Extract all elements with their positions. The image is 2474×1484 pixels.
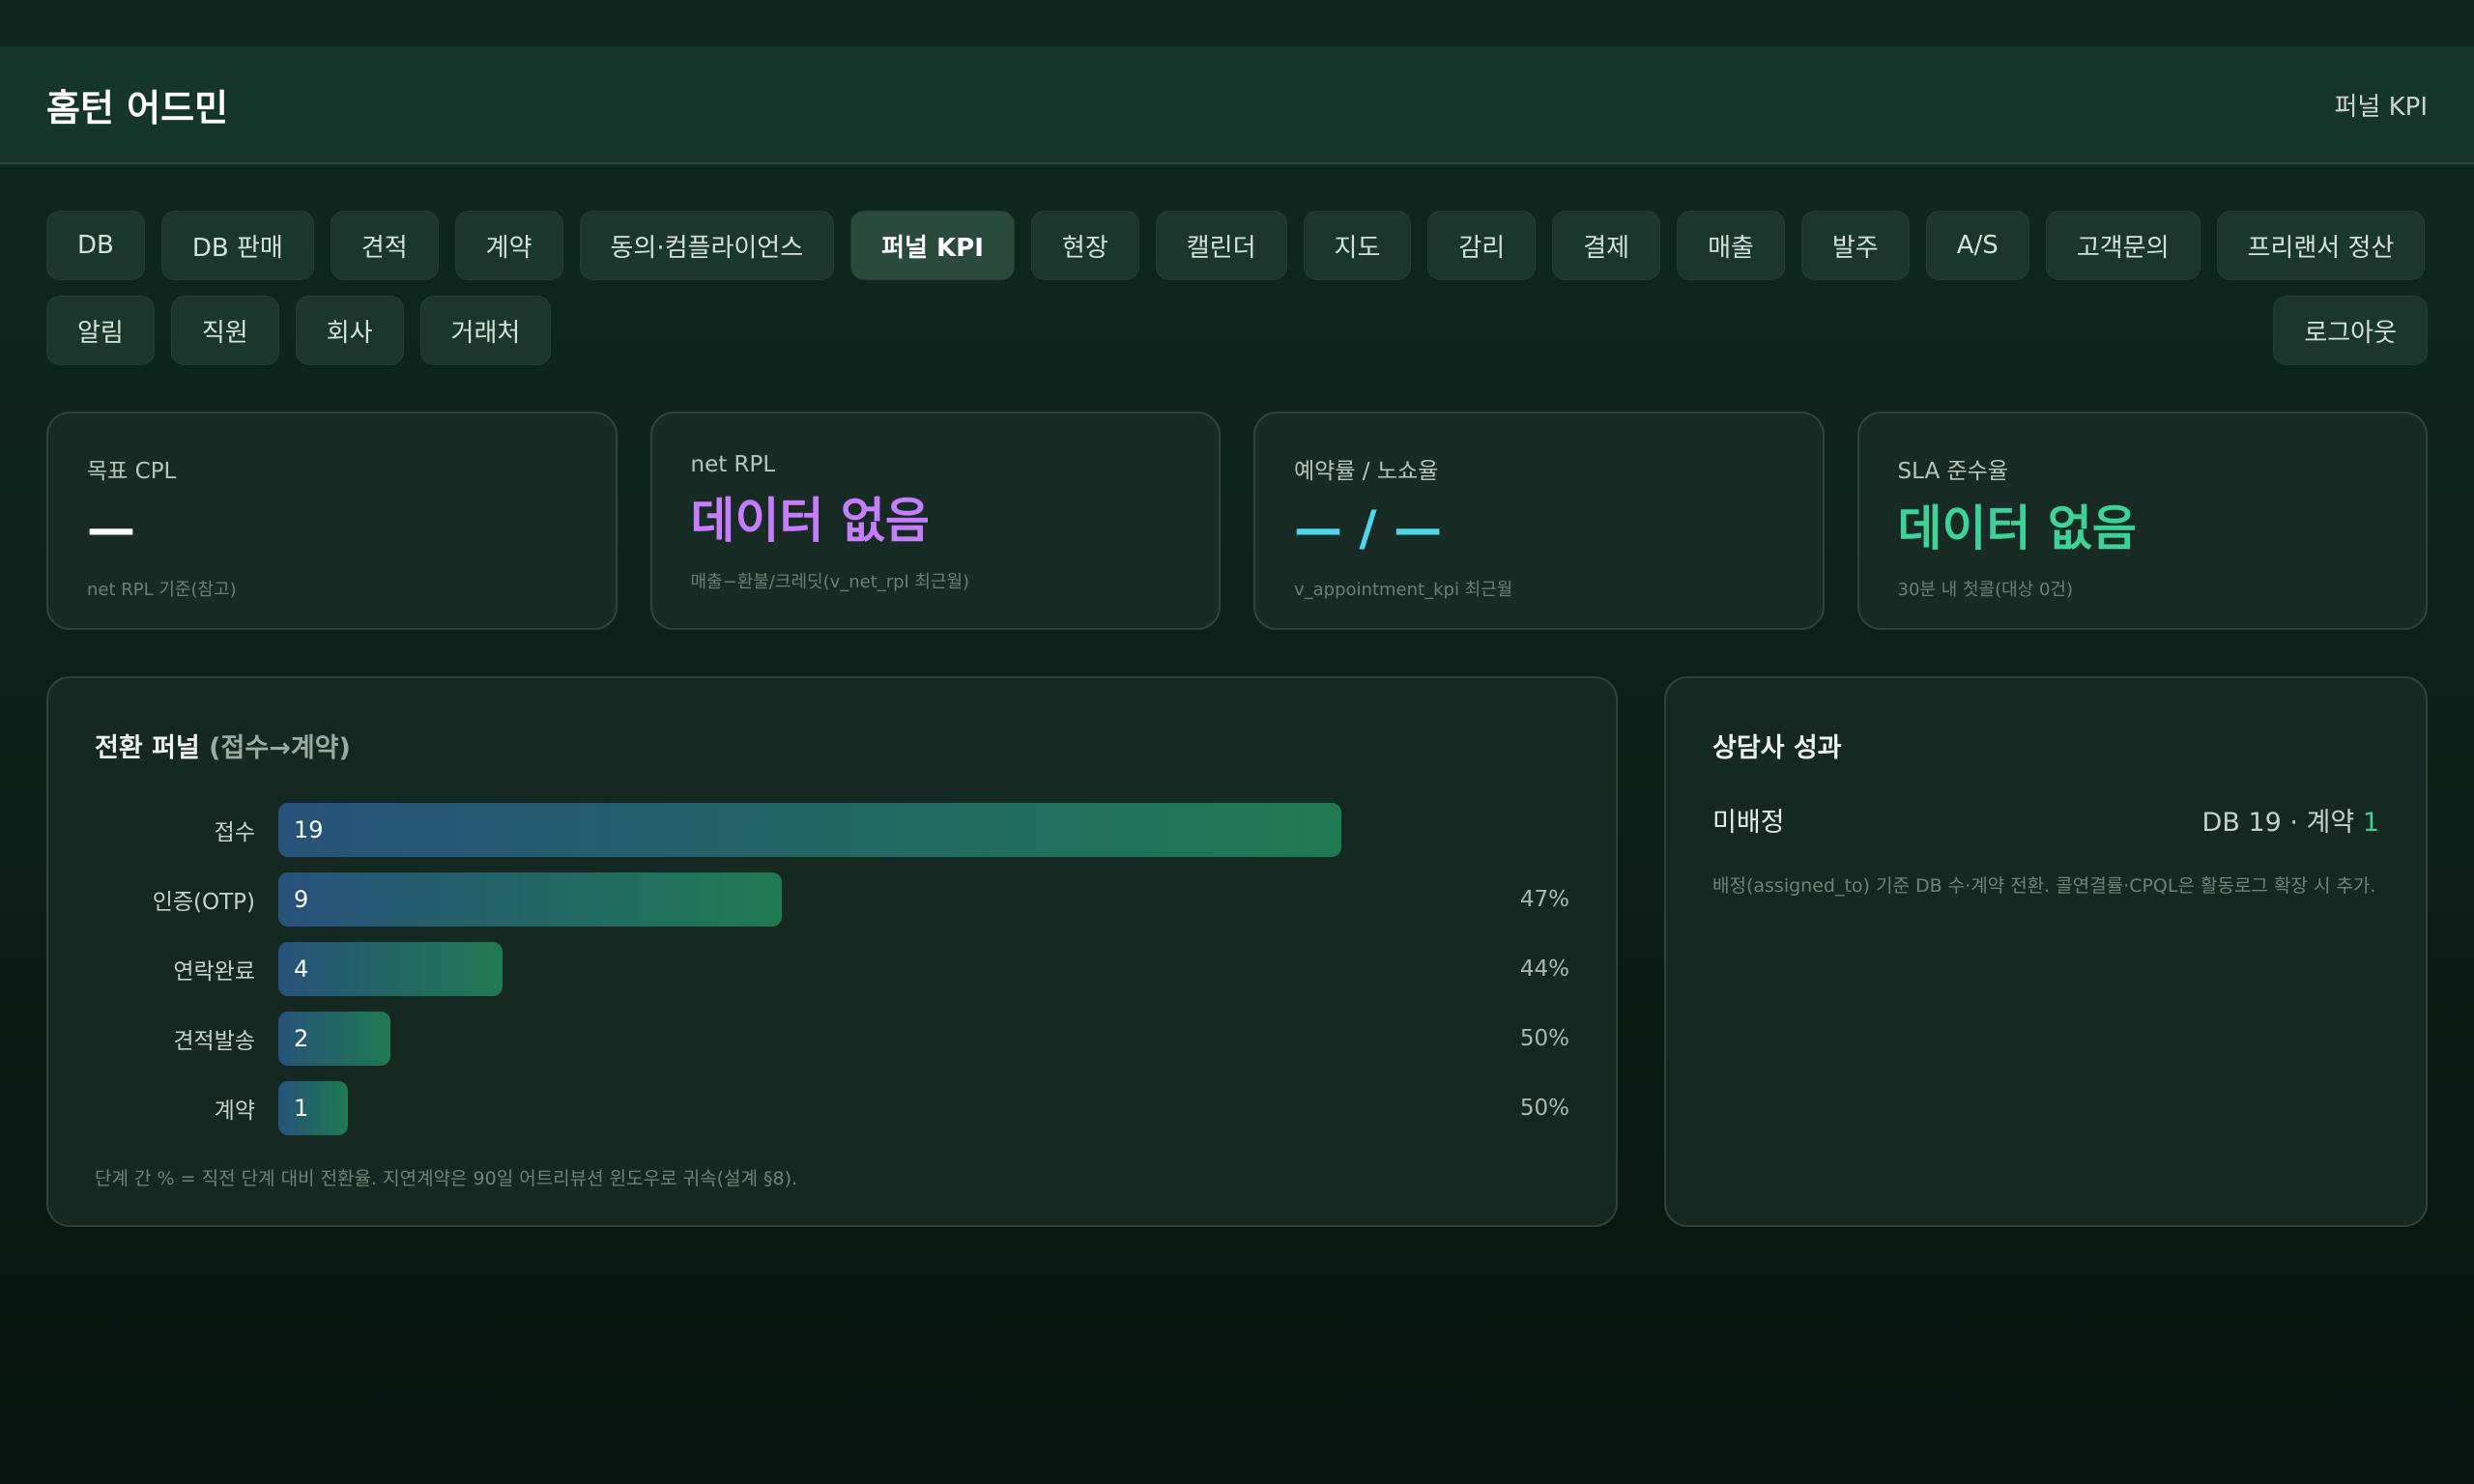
kpi-value: 데이터 없음 <box>1897 500 2137 556</box>
nav-tab-secondary-2[interactable]: 회사 <box>295 296 404 365</box>
funnel-title-main: 전환 퍼널 <box>95 733 200 763</box>
funnel-bar-track: 1 <box>278 1081 1341 1135</box>
funnel-bar-track: 19 <box>278 803 1341 857</box>
funnel-bar: 1 <box>278 1081 348 1135</box>
funnel-bar-track: 4 <box>278 942 1341 996</box>
funnel-bar-track: 9 <box>278 872 1341 927</box>
main-nav: DB DB 판매 견적 계약 동의·컴플라이언스 퍼널 KPI 현장 캘린더 지도 감리 결제 매출 발… <box>46 211 2428 365</box>
funnel-stage-pct: 50% <box>1519 1096 1569 1121</box>
funnel-bar-track: 2 <box>278 1012 1341 1066</box>
nav-tab-1[interactable]: DB 판매 <box>160 211 314 280</box>
nav-tab-secondary-3[interactable]: 거래처 <box>419 296 552 365</box>
advisor-stats: DB 19 · 계약 1 <box>2202 801 2379 839</box>
funnel-stage-label: 인증(OTP) <box>152 890 255 915</box>
advisor-title: 상담사 성과 <box>1712 733 1842 763</box>
nav-tab-2[interactable]: 견적 <box>330 211 439 280</box>
nav-tab-7[interactable]: 캘린더 <box>1155 211 1287 280</box>
funnel-panel: 전환 퍼널 (접수→계약) 접수 19 인증(OTP) 9 47% 연락완료 4 44% 견적발… <box>46 676 1618 1227</box>
funnel-bar: 4 <box>278 942 503 996</box>
advisor-list: 미배정 DB 19 · 계약 1 <box>1712 801 2379 839</box>
funnel-row: 견적발송 2 50% <box>95 1012 1569 1066</box>
advisor-name: 미배정 <box>1712 808 1785 838</box>
nav-tab-8[interactable]: 지도 <box>1303 211 1412 280</box>
logout-button[interactable]: 로그아웃 <box>2273 296 2428 365</box>
nav-tab-13[interactable]: A/S <box>1925 211 2029 280</box>
kpi-subtext: 매출−환불/크레딧(v_net_rpl 최근월) <box>690 572 970 592</box>
nav-row-secondary: 알림 직원 회사 거래처 로그아웃 <box>46 296 2428 365</box>
brand-title: 홈턴 어드민 <box>46 86 229 129</box>
nav-tab-6[interactable]: 현장 <box>1030 211 1139 280</box>
nav-row-secondary-items: 알림 직원 회사 거래처 <box>46 296 552 365</box>
funnel-row: 연락완료 4 44% <box>95 942 1569 996</box>
funnel-row: 접수 19 <box>95 803 1569 857</box>
funnel-stage-pct: 44% <box>1519 956 1569 982</box>
current-page-label: 퍼널 KPI <box>2334 92 2428 122</box>
funnel-row: 계약 1 50% <box>95 1081 1569 1135</box>
funnel-bar: 9 <box>278 872 782 927</box>
nav-tab-15[interactable]: 프리랜서 정산 <box>2216 211 2426 280</box>
top-strip <box>0 0 2474 46</box>
kpi-label: 예약률 / 노쇼율 <box>1294 459 1439 484</box>
kpi-value: 데이터 없음 <box>690 493 930 549</box>
funnel-stage-label: 접수 <box>214 820 255 845</box>
advisor-panel: 상담사 성과 미배정 DB 19 · 계약 1 배정(assigned_to) 기… <box>1664 676 2428 1227</box>
advisor-note: 배정(assigned_to) 기준 DB 수·계약 전환. 콜연결률·CPQL… <box>1712 875 2376 897</box>
nav-tab-0[interactable]: DB <box>46 211 145 280</box>
kpi-value: — <box>87 500 135 556</box>
kpi-card: 목표 CPL — net RPL 기준(참고) <box>46 412 618 630</box>
funnel-stage-pct: 50% <box>1519 1026 1569 1051</box>
kpi-subtext: net RPL 기준(참고) <box>87 580 237 600</box>
funnel-title: 전환 퍼널 (접수→계약) <box>95 727 1569 764</box>
funnel-stage-label: 연락완료 <box>173 959 255 985</box>
kpi-label: 목표 CPL <box>87 459 177 484</box>
app-header: 홈턴 어드민 퍼널 KPI <box>0 46 2474 164</box>
nav-tab-9[interactable]: 감리 <box>1427 211 1537 280</box>
funnel-bar: 19 <box>278 803 1341 857</box>
nav-tab-14[interactable]: 고객문의 <box>2045 211 2201 280</box>
advisor-stats-db: DB 19 · 계약 <box>2201 808 2363 838</box>
nav-row-primary: DB DB 판매 견적 계약 동의·컴플라이언스 퍼널 KPI 현장 캘린더 지도 감리 결제 매출 발… <box>46 211 2428 280</box>
funnel-stage-label: 계약 <box>214 1099 255 1124</box>
funnel-row: 인증(OTP) 9 47% <box>95 872 1569 927</box>
nav-tab-5[interactable]: 퍼널 KPI <box>850 211 1015 280</box>
kpi-subtext: v_appointment_kpi 최근월 <box>1294 580 1513 600</box>
kpi-subtext: 30분 내 첫콜(대상 0건) <box>1897 580 2074 600</box>
nav-tab-11[interactable]: 매출 <box>1677 211 1785 280</box>
advisor-row: 미배정 DB 19 · 계약 1 <box>1712 801 2379 839</box>
nav-tab-secondary-1[interactable]: 직원 <box>170 296 279 365</box>
advisor-stats-contracts: 1 <box>2362 808 2379 838</box>
funnel-title-sub: (접수→계약) <box>209 733 351 763</box>
kpi-cards: 목표 CPL — net RPL 기준(참고) net RPL 데이터 없음매출−환불/… <box>46 412 2428 630</box>
kpi-card: SLA 준수율데이터 없음 30분 내 첫콜(대상 0건) <box>1856 412 2428 630</box>
funnel-stage-label: 견적발송 <box>173 1029 255 1054</box>
nav-tab-3[interactable]: 계약 <box>454 211 563 280</box>
kpi-card: 예약률 / 노쇼율 — / — v_appointment_kpi 최근월 <box>1253 412 1825 630</box>
nav-tab-12[interactable]: 발주 <box>1800 211 1910 280</box>
funnel-bar: 2 <box>278 1012 390 1066</box>
nav-tab-secondary-0[interactable]: 알림 <box>46 296 155 365</box>
funnel-stage-pct: 47% <box>1519 887 1569 912</box>
kpi-value: — / — <box>1294 500 1443 556</box>
kpi-card: net RPL 데이터 없음매출−환불/크레딧(v_net_rpl 최근월) <box>649 412 1221 630</box>
kpi-label: SLA 준수율 <box>1897 459 2008 484</box>
nav-tab-4[interactable]: 동의·컴플라이언스 <box>579 211 835 280</box>
kpi-label: net RPL <box>690 452 776 477</box>
funnel-chart: 접수 19 인증(OTP) 9 47% 연락완료 4 44% 견적발송 2 50% 계약 1 50% <box>95 803 1569 1135</box>
nav-tab-10[interactable]: 결제 <box>1552 211 1661 280</box>
funnel-note: 단계 간 % = 직전 단계 대비 전환율. 지연계약은 90일 어트리뷰션 윈… <box>95 1168 798 1189</box>
